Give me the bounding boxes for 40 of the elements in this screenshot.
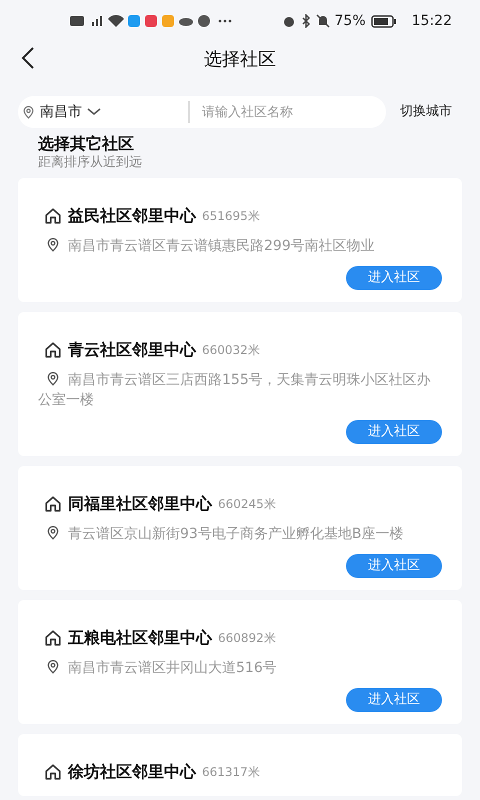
community-name: 同福里社区邻里中心 xyxy=(68,493,212,515)
section-title: 选择其它社区 xyxy=(38,134,135,154)
community-distance: 660892米 xyxy=(218,630,276,647)
enter-community-button[interactable]: 进入社区 xyxy=(346,554,442,578)
community-name: 青云社区邻里中心 xyxy=(68,339,196,361)
home-icon xyxy=(44,341,62,359)
community-name: 徐坊社区邻里中心 xyxy=(68,761,196,783)
community-address: 南昌市青云谱区三店西路155号，天集青云明珠小区社区办公室一楼 xyxy=(38,371,432,410)
community-search-field[interactable]: 请输入社区名称 xyxy=(190,96,386,128)
community-address: 南昌市青云谱区井冈山大道516号 xyxy=(38,658,442,678)
community-address: 南昌市青云谱区青云谱镇惠民路299号南社区物业 xyxy=(38,236,442,256)
location-pin-icon xyxy=(46,238,60,252)
location-pin-icon xyxy=(46,660,60,674)
bluetooth-icon xyxy=(300,14,311,28)
location-pin-icon xyxy=(46,526,60,540)
home-icon xyxy=(44,207,62,225)
home-icon xyxy=(44,495,62,513)
mute-bell-icon xyxy=(316,14,330,28)
enter-community-button[interactable]: 进入社区 xyxy=(346,420,442,444)
community-address: 青云谱区京山新街93号电子商务产业孵化基地B座一楼 xyxy=(38,524,442,544)
chevron-down-icon xyxy=(87,108,101,116)
home-icon xyxy=(44,763,62,781)
home-icon xyxy=(44,629,62,647)
battery-percent: 75% xyxy=(334,12,366,30)
community-distance: 660245米 xyxy=(218,496,276,513)
section-subtitle: 距离排序从近到远 xyxy=(38,154,143,172)
community-distance: 661317米 xyxy=(202,764,260,781)
community-distance: 651695米 xyxy=(202,208,260,225)
battery-icon xyxy=(370,14,397,28)
enter-community-button[interactable]: 进入社区 xyxy=(346,688,442,712)
location-pin-icon xyxy=(46,372,60,386)
enter-community-button[interactable]: 进入社区 xyxy=(346,266,442,290)
city-selector[interactable]: 南昌市 xyxy=(18,96,188,128)
clock-time: 15:22 xyxy=(412,12,452,30)
switch-city-link[interactable]: 切换城市 xyxy=(400,102,452,122)
location-pin-icon xyxy=(22,106,35,118)
community-name: 益民社区邻里中心 xyxy=(68,205,196,227)
community-name: 五粮电社区邻里中心 xyxy=(68,627,212,649)
page-title: 选择社区 xyxy=(204,48,276,72)
community-distance: 660032米 xyxy=(202,342,260,359)
